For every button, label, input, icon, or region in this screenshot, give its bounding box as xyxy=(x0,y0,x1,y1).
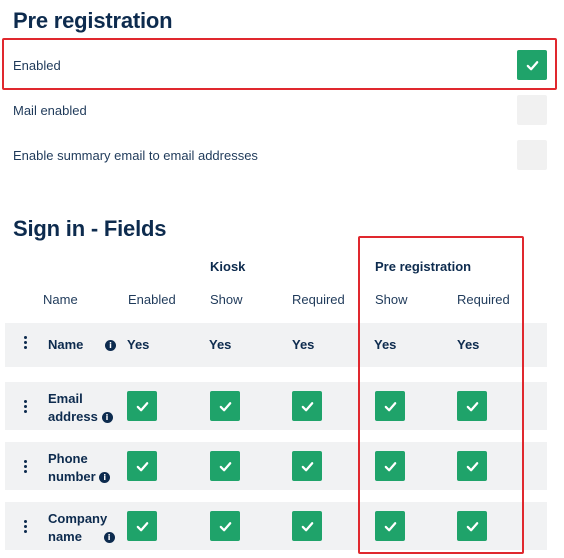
info-icon[interactable]: i xyxy=(103,532,115,544)
field-company-label: Company name i xyxy=(48,510,115,546)
col-prereg-show: Show xyxy=(375,292,408,307)
phone-enabled-checkbox[interactable] xyxy=(127,451,157,481)
setting-mail-enabled: Mail enabled xyxy=(13,93,547,127)
checkmark-icon xyxy=(301,521,313,531)
checkmark-icon xyxy=(384,521,396,531)
col-kiosk-show: Show xyxy=(210,292,243,307)
setting-summary-email: Enable summary email to email addresses xyxy=(13,138,547,172)
company-prereg-show-checkbox[interactable] xyxy=(375,511,405,541)
checkmark-icon xyxy=(384,401,396,411)
name-prereg-show-value: Yes xyxy=(374,337,397,352)
field-phone-line1: Phone xyxy=(48,451,88,466)
field-phone-line2: number xyxy=(48,469,96,484)
col-kiosk-required: Required xyxy=(292,292,345,307)
summary-email-checkbox[interactable] xyxy=(517,140,547,170)
checkmark-icon xyxy=(466,521,478,531)
field-company-line1: Company xyxy=(48,511,108,526)
drag-handle-icon[interactable] xyxy=(24,520,28,533)
name-enabled-value: Yes xyxy=(127,337,150,352)
checkmark-icon xyxy=(136,461,148,471)
company-kiosk-required-checkbox[interactable] xyxy=(292,511,322,541)
checkmark-icon xyxy=(136,401,148,411)
phone-kiosk-show-checkbox[interactable] xyxy=(210,451,240,481)
drag-handle-icon[interactable] xyxy=(24,460,28,473)
email-prereg-show-checkbox[interactable] xyxy=(375,391,405,421)
setting-enabled: Enabled xyxy=(13,48,547,82)
field-name-text: Name xyxy=(48,337,84,352)
info-icon[interactable]: i xyxy=(105,340,117,352)
group-prereg: Pre registration xyxy=(375,259,472,274)
enabled-checkbox[interactable] xyxy=(517,50,547,80)
company-enabled-checkbox[interactable] xyxy=(127,511,157,541)
col-enabled: Enabled xyxy=(128,292,176,307)
setting-enabled-label: Enabled xyxy=(13,57,61,73)
table-row-email[interactable]: Email address i xyxy=(5,382,547,430)
field-phone-label: Phone number i xyxy=(48,450,111,486)
field-name-label: Name i xyxy=(48,336,117,354)
checkmark-icon xyxy=(219,401,231,411)
table-row-name[interactable]: Name i Yes Yes Yes Yes Yes xyxy=(5,323,547,367)
drag-handle-icon[interactable] xyxy=(24,400,28,413)
col-name: Name xyxy=(43,292,78,307)
phone-prereg-show-checkbox[interactable] xyxy=(375,451,405,481)
checkmark-icon xyxy=(301,401,313,411)
field-email-line1: Email xyxy=(48,391,83,406)
checkmark-icon xyxy=(219,461,231,471)
prereg-title: Pre registration xyxy=(13,8,173,33)
company-kiosk-show-checkbox[interactable] xyxy=(210,511,240,541)
checkmark-icon xyxy=(301,461,313,471)
setting-mail-enabled-label: Mail enabled xyxy=(13,102,87,118)
company-prereg-required-checkbox[interactable] xyxy=(457,511,487,541)
name-prereg-required-value: Yes xyxy=(457,337,480,352)
checkmark-icon xyxy=(219,521,231,531)
field-email-line2: address xyxy=(48,409,98,424)
drag-handle-icon[interactable] xyxy=(24,336,28,349)
field-email-label: Email address i xyxy=(48,390,113,426)
name-kiosk-required-value: Yes xyxy=(292,337,315,352)
field-company-line2: name xyxy=(48,529,82,544)
group-kiosk: Kiosk xyxy=(210,259,246,274)
phone-kiosk-required-checkbox[interactable] xyxy=(292,451,322,481)
email-kiosk-show-checkbox[interactable] xyxy=(210,391,240,421)
checkmark-icon xyxy=(136,521,148,531)
table-row-phone[interactable]: Phone number i xyxy=(5,442,547,490)
checkmark-icon xyxy=(384,461,396,471)
email-prereg-required-checkbox[interactable] xyxy=(457,391,487,421)
email-enabled-checkbox[interactable] xyxy=(127,391,157,421)
checkmark-icon xyxy=(466,401,478,411)
email-kiosk-required-checkbox[interactable] xyxy=(292,391,322,421)
mail-enabled-checkbox[interactable] xyxy=(517,95,547,125)
checkmark-icon xyxy=(466,461,478,471)
phone-prereg-required-checkbox[interactable] xyxy=(457,451,487,481)
table-row-company[interactable]: Company name i xyxy=(5,502,547,550)
checkmark-icon xyxy=(526,60,538,70)
signin-fields-title: Sign in - Fields xyxy=(13,216,167,241)
info-icon[interactable]: i xyxy=(101,412,113,424)
col-prereg-required: Required xyxy=(457,292,510,307)
name-kiosk-show-value: Yes xyxy=(209,337,232,352)
setting-summary-email-label: Enable summary email to email addresses xyxy=(13,147,258,163)
info-icon[interactable]: i xyxy=(99,472,111,484)
